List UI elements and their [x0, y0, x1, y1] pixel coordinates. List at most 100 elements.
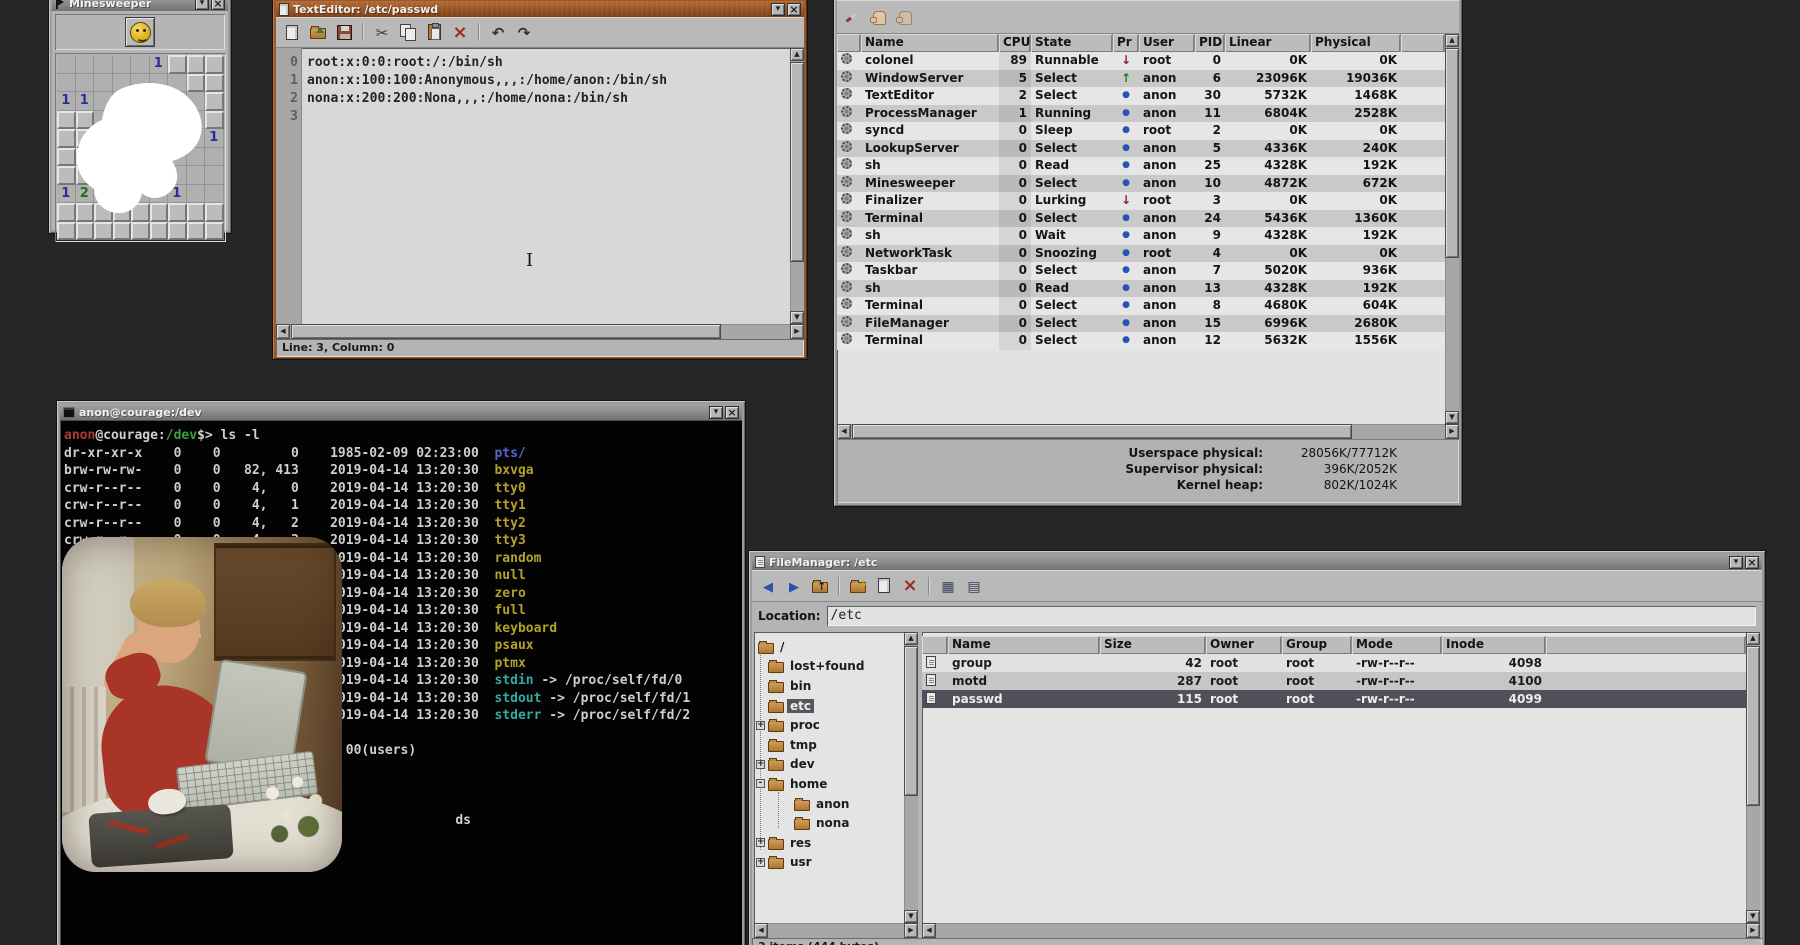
file-row[interactable]: group42rootroot-rw-r--r--4098 — [922, 654, 1746, 672]
scrollbar-track[interactable] — [790, 61, 804, 311]
process-row[interactable]: Terminal0Select●anon245436K1360K — [837, 210, 1445, 228]
vertical-scrollbar[interactable] — [1445, 34, 1459, 424]
mine-cell[interactable] — [187, 55, 206, 74]
close-button[interactable] — [211, 0, 225, 10]
tree-item-res[interactable]: +res — [754, 833, 904, 853]
tree-item-home[interactable]: -home — [754, 774, 904, 794]
minesweeper-titlebar[interactable]: Minesweeper — [52, 0, 228, 11]
minimize-button[interactable] — [771, 3, 785, 16]
horizontal-scrollbar[interactable] — [754, 923, 918, 938]
close-button[interactable] — [1745, 556, 1759, 569]
tree-item-anon[interactable]: anon — [754, 794, 904, 814]
mine-cell[interactable] — [168, 55, 187, 74]
editor-text-area[interactable]: root:x:0:0:root:/:/bin/shanon:x:100:100:… — [302, 48, 790, 324]
scroll-down-button[interactable] — [1445, 411, 1459, 424]
process-row[interactable]: FileManager0Select●anon156996K2680K — [837, 315, 1445, 333]
process-row[interactable]: ProcessManager1Running●anon116804K2528K — [837, 105, 1445, 123]
horizontal-scrollbar[interactable] — [837, 424, 1459, 439]
back-button[interactable] — [756, 574, 780, 598]
vertical-scrollbar[interactable] — [1746, 632, 1760, 923]
process-row[interactable]: Minesweeper0Select●anon104872K672K — [837, 175, 1445, 193]
expand-icon[interactable]: + — [756, 858, 765, 867]
tree-item-nona[interactable]: nona — [754, 813, 904, 833]
column-header[interactable]: Inode — [1442, 636, 1546, 654]
tree-item-dev[interactable]: +dev — [754, 755, 904, 775]
new-folder-button[interactable] — [846, 574, 870, 598]
scroll-down-button[interactable] — [904, 910, 918, 923]
mine-cell[interactable] — [205, 222, 224, 241]
scroll-left-button[interactable] — [922, 923, 936, 938]
undo-button[interactable] — [486, 20, 510, 44]
mine-cell[interactable] — [94, 55, 113, 74]
scroll-right-button[interactable] — [790, 324, 804, 339]
vertical-scrollbar[interactable] — [904, 632, 918, 923]
mine-cell[interactable] — [205, 55, 224, 74]
mine-cell[interactable] — [113, 55, 132, 74]
paste-button[interactable] — [422, 20, 446, 44]
scroll-down-button[interactable] — [790, 311, 804, 324]
process-row[interactable]: TextEditor2Select●anon305732K1468K — [837, 87, 1445, 105]
mine-cell[interactable]: 1 — [150, 55, 169, 74]
column-header[interactable]: User — [1139, 34, 1195, 52]
tree-item-proc[interactable]: +proc — [754, 715, 904, 735]
scrollbar-track[interactable] — [290, 324, 790, 339]
process-row[interactable]: syncd0Sleep●root20K0K — [837, 122, 1445, 140]
new-file-button[interactable] — [280, 20, 304, 44]
process-row[interactable]: sh0Wait●anon94328K192K — [837, 227, 1445, 245]
mine-cell[interactable] — [187, 222, 206, 241]
scrollbar-track[interactable] — [936, 923, 1746, 938]
column-header[interactable]: CPU — [999, 34, 1031, 52]
process-row[interactable]: sh0Read●anon134328K192K — [837, 280, 1445, 298]
scroll-right-button[interactable] — [904, 923, 918, 938]
delete-button[interactable] — [448, 20, 472, 44]
scroll-up-button[interactable] — [904, 632, 918, 645]
minimize-button[interactable] — [1729, 556, 1743, 569]
scrollbar-track[interactable] — [768, 923, 904, 938]
mine-cell[interactable] — [113, 222, 132, 241]
terminal-titlebar[interactable]: anon@courage:/dev — [60, 404, 742, 420]
scrollbar-track[interactable] — [1445, 47, 1459, 411]
kill-process-button[interactable] — [841, 5, 865, 29]
column-header[interactable]: State — [1031, 34, 1113, 52]
go-up-button[interactable] — [808, 574, 832, 598]
horizontal-scrollbar[interactable] — [922, 923, 1760, 938]
scroll-left-button[interactable] — [837, 424, 851, 439]
column-header[interactable]: Mode — [1352, 636, 1442, 654]
tree-item-lostfound[interactable]: lost+found — [754, 657, 904, 677]
redo-button[interactable] — [512, 20, 536, 44]
process-row[interactable]: Taskbar0Select●anon75020K936K — [837, 262, 1445, 280]
scroll-up-button[interactable] — [1445, 34, 1459, 47]
smiley-reset-button[interactable] — [125, 17, 155, 47]
column-header[interactable]: Physical — [1311, 34, 1401, 52]
mine-cell[interactable] — [76, 222, 95, 241]
column-header[interactable]: Owner — [1206, 636, 1282, 654]
scrollbar-thumb[interactable] — [291, 324, 721, 339]
close-button[interactable] — [725, 406, 739, 419]
mine-cell[interactable] — [57, 222, 76, 241]
scroll-down-button[interactable] — [1746, 910, 1760, 923]
scrollbar-track[interactable] — [1746, 645, 1760, 910]
tree-item-usr[interactable]: +usr — [754, 853, 904, 873]
mine-cell[interactable] — [94, 222, 113, 241]
process-row[interactable]: WindowServer5Select↑anon623096K19036K — [837, 70, 1445, 88]
process-row[interactable]: sh0Read●anon254328K192K — [837, 157, 1445, 175]
copy-button[interactable] — [396, 20, 420, 44]
file-manager-titlebar[interactable]: FileManager: /etc — [752, 554, 1762, 570]
tree-item-tmp[interactable]: tmp — [754, 735, 904, 755]
close-button[interactable] — [787, 3, 801, 16]
forward-button[interactable] — [782, 574, 806, 598]
expand-icon[interactable]: + — [756, 838, 765, 847]
column-header[interactable]: Pr — [1113, 34, 1139, 52]
column-header[interactable] — [922, 636, 948, 654]
scrollbar-track[interactable] — [851, 424, 1445, 439]
process-row[interactable]: Finalizer0Lurking↓root30K0K — [837, 192, 1445, 210]
tree-item-etc[interactable]: etc — [754, 696, 904, 716]
collapse-icon[interactable]: - — [756, 779, 765, 788]
minimize-button[interactable] — [195, 0, 209, 10]
column-header[interactable]: Size — [1100, 636, 1206, 654]
column-header[interactable]: Linear — [1225, 34, 1311, 52]
scrollbar-thumb[interactable] — [852, 424, 1352, 439]
file-row[interactable]: passwd115rootroot-rw-r--r--4099 — [922, 690, 1746, 708]
process-row[interactable]: LookupServer0Select●anon54336K240K — [837, 140, 1445, 158]
tree-item-[interactable]: / — [754, 637, 904, 657]
